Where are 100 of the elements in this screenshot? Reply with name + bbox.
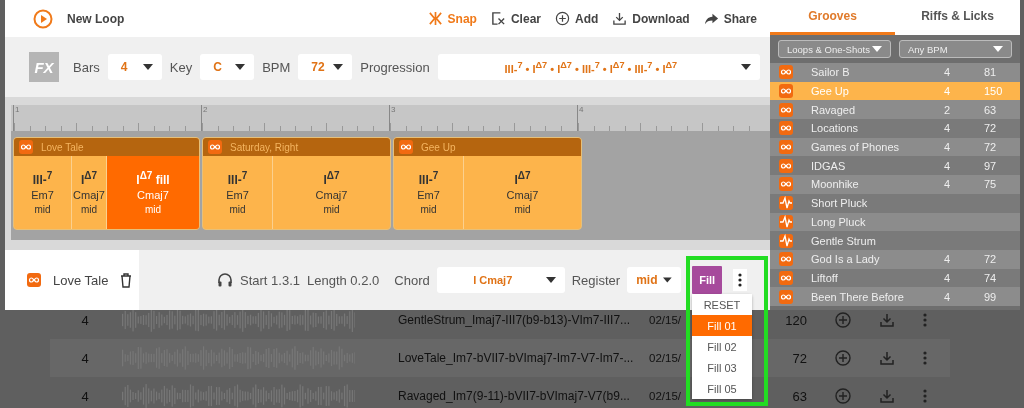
groove-list-item[interactable]: Locations 4 72 (770, 119, 1020, 138)
field-label: Bars (73, 59, 100, 75)
pulse-icon (779, 196, 793, 211)
dropdown[interactable]: 72 (298, 54, 353, 80)
menu-item[interactable]: Fill 05 (692, 378, 752, 399)
play-icon[interactable] (33, 8, 53, 29)
chord-cell[interactable]: I$^{Δ7}$ fill Cmaj7 mid (107, 156, 199, 229)
table-cell-text: GentleStrum_Imaj7-III7(b9-b13)-VIm7-III7... (398, 313, 632, 327)
snap-icon (427, 11, 443, 26)
filter-dropdown[interactable]: Loops & One-Shots (778, 40, 891, 58)
table-cell-text: 02/15/ (649, 352, 682, 364)
download-icon[interactable] (879, 350, 895, 366)
fill-button[interactable]: Fill (692, 266, 723, 294)
share-button[interactable]: Share (702, 9, 758, 28)
add-icon[interactable] (835, 388, 851, 404)
more-button[interactable] (733, 269, 748, 291)
menu-item[interactable]: Fill 01 (692, 315, 752, 336)
pulse-icon (779, 214, 793, 229)
groove-list-item[interactable]: Sailor B 4 81 (770, 63, 1020, 82)
table-cell-text: 120 (784, 312, 807, 328)
timeline-ruler[interactable]: 1 2 3 4 (11, 105, 770, 131)
chord-register: mid (80, 204, 98, 215)
loop-icon (779, 65, 793, 80)
item-bars: 4 (944, 66, 951, 79)
add-icon[interactable] (835, 312, 851, 328)
chord-register: mid (229, 204, 246, 215)
item-bpm: 75 (984, 178, 997, 191)
menu-item[interactable]: RESET (692, 294, 752, 315)
item-bars: 4 (944, 253, 951, 266)
clear-icon (490, 11, 506, 26)
item-name: Ravaged (811, 103, 857, 116)
dropdown[interactable]: C (200, 54, 255, 80)
clip-block[interactable]: Gee Up III-$^{7}$ Em7 mid I$^{Δ7}$ Cmaj7 mid (393, 137, 582, 230)
groove-list-item[interactable]: Gentle Strum (770, 231, 1020, 250)
chord-cell[interactable]: III-$^{7}$ Em7 mid (14, 156, 72, 229)
bar-number: 3 (390, 105, 397, 115)
groove-list-item[interactable]: Moonhike 4 75 (770, 175, 1020, 194)
kebab-icon[interactable] (923, 313, 927, 327)
field-label: Key (169, 59, 193, 75)
clip-name: Love Tale (53, 272, 109, 288)
trash-icon[interactable] (120, 272, 133, 288)
clip-title: Saturday, Right (230, 141, 299, 153)
dropdown[interactable]: 4 (107, 54, 162, 80)
groove-list-item[interactable]: IDGAS 4 97 (770, 156, 1020, 176)
clear-button[interactable]: Clear (489, 9, 542, 28)
groove-list-item[interactable]: Ravaged 2 63 (770, 100, 1020, 120)
kebab-icon[interactable] (923, 389, 927, 403)
download-icon (612, 11, 628, 26)
kebab-icon[interactable] (923, 351, 927, 365)
menu-item[interactable]: Fill 02 (692, 336, 752, 357)
snap-button[interactable]: Snap (426, 9, 478, 28)
chord-dropdown[interactable]: I Cmaj7 (436, 267, 565, 293)
filter-dropdown[interactable]: Any BPM (899, 40, 1012, 58)
item-bars: 2 (944, 103, 951, 116)
table-cell-text: 4 (80, 312, 90, 328)
download-button[interactable]: Download (611, 9, 691, 28)
chord-register: mid (420, 204, 437, 215)
table-cell-text: 72 (791, 350, 807, 366)
clip-title: Love Tale (41, 141, 84, 153)
chord-cell[interactable]: III-$^{7}$ Em7 mid (394, 156, 464, 229)
groove-list-item[interactable]: Been There Before 4 99 (770, 287, 1020, 306)
clip-block[interactable]: Love Tale III-$^{7}$ Em7 mid I$^{Δ7}$ Cmaj7 mid I$^{Δ7}$ fill Cmaj7 mid (13, 137, 200, 230)
menu-item[interactable]: Fill 03 (692, 357, 752, 378)
headphones-icon[interactable] (217, 272, 233, 288)
add-icon (555, 11, 570, 26)
chord-cell[interactable]: I$^{Δ7}$ Cmaj7 mid (273, 156, 390, 229)
chord-register: mid (144, 204, 162, 215)
chord-name: Em7 (226, 189, 249, 201)
table-cell-text: 02/15/ (649, 390, 682, 402)
fx-button[interactable]: FX (29, 52, 59, 82)
item-name: God Is a Lady (811, 253, 881, 266)
chord-cell[interactable]: I$^{Δ7}$ Cmaj7 mid (464, 156, 581, 229)
register-dropdown[interactable]: mid (627, 267, 682, 293)
chord-name: Em7 (417, 189, 440, 201)
item-bars: 4 (944, 141, 951, 154)
table-cell-text: LoveTale_Im7-bVII7-bVImaj7-Im7-V7-Im7-... (398, 351, 635, 365)
item-name: Gentle Strum (811, 234, 877, 247)
add-button[interactable]: Add (554, 9, 600, 28)
item-bars: 4 (944, 290, 951, 303)
bar-number: 4 (578, 105, 585, 115)
item-bpm: 72 (984, 253, 997, 266)
clip-block[interactable]: Saturday, Right III-$^{7}$ Em7 mid I$^{Δ7}$ Cmaj7 mid (202, 137, 391, 230)
download-icon[interactable] (879, 312, 895, 328)
item-bars: 4 (944, 122, 951, 135)
loop-icon (779, 102, 793, 117)
chord-cell[interactable]: III-$^{7}$ Em7 mid (203, 156, 273, 229)
add-icon[interactable] (835, 350, 851, 366)
chord-numeral: III-$^{7}$ (418, 170, 439, 187)
download-icon[interactable] (879, 388, 895, 404)
chord-register: mid (323, 204, 340, 215)
item-bpm: 150 (984, 85, 1003, 98)
progression-dropdown[interactable]: III-$^{7}$ • I$^{Δ7}$ • I$^{Δ7}$ • III-$^{7}$ • I$^{Δ7}$ • III-$^{7}$ • I$^{Δ7}$ (437, 54, 760, 80)
chord-name: Cmaj7 (73, 189, 105, 201)
bar-number: 2 (202, 105, 209, 115)
item-name: Liftoff (811, 271, 839, 284)
chord-numeral: III-$^{7}$ (227, 170, 248, 187)
loop-icon (779, 270, 793, 285)
loop-icon (208, 140, 222, 154)
item-bars: 4 (944, 159, 951, 172)
loop-icon (27, 273, 41, 287)
